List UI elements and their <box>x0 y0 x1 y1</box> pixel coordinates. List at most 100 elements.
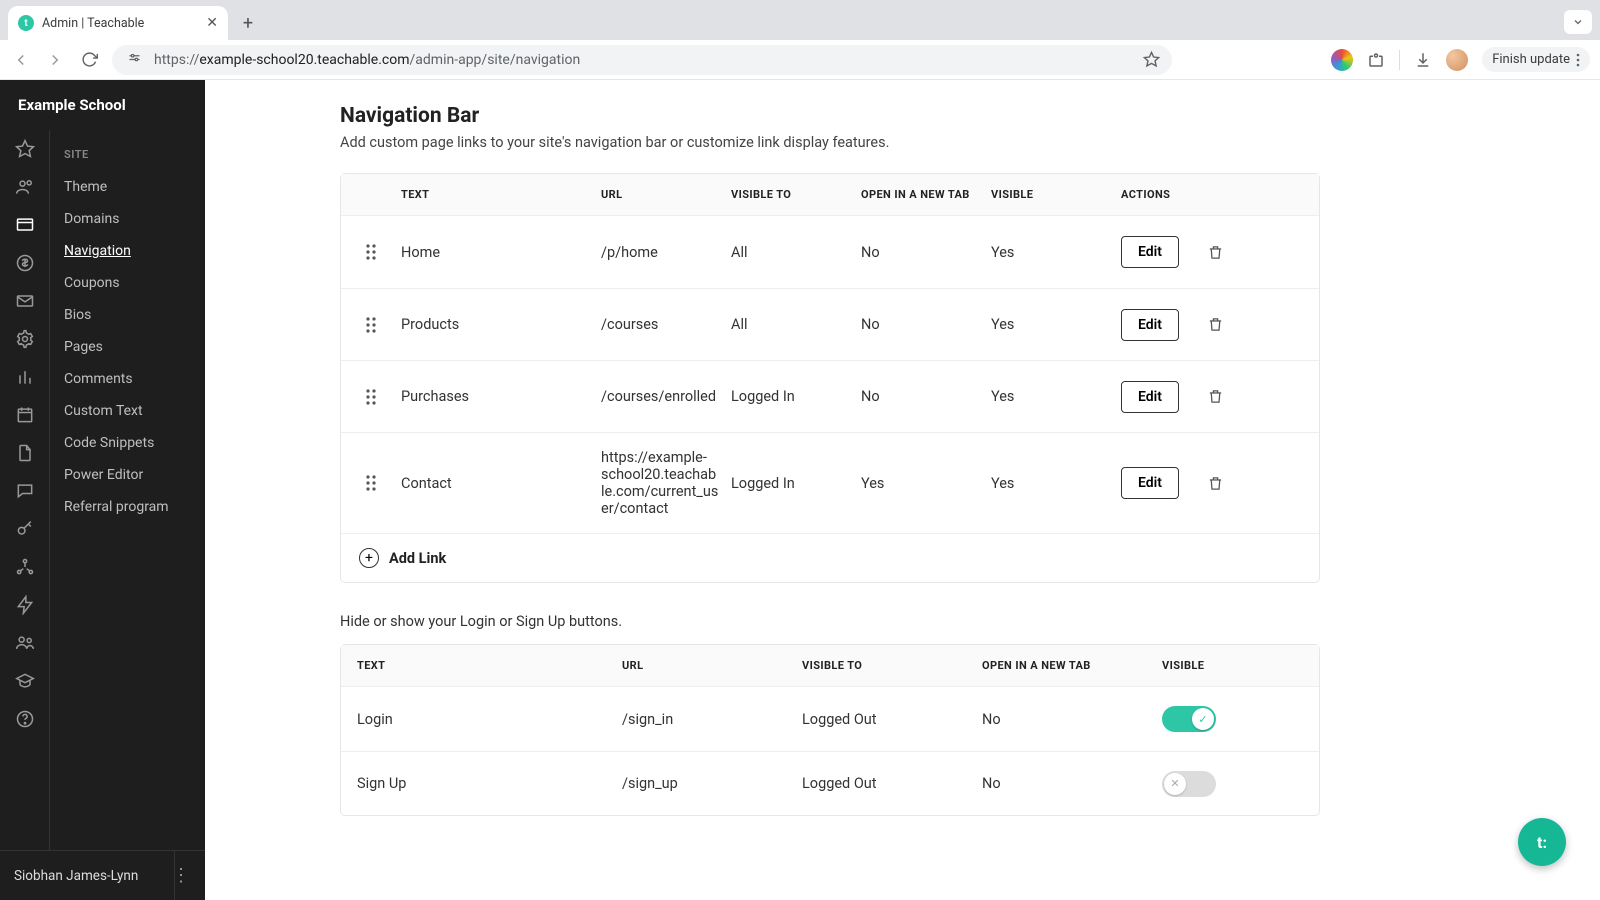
cell-text: Sign Up <box>357 775 622 792</box>
trash-icon[interactable] <box>1207 244 1224 261</box>
cell-visible-to: Logged In <box>731 388 861 405</box>
page-subtitle: Add custom page links to your site's nav… <box>340 134 1600 151</box>
sidebar-item-navigation[interactable]: Navigation <box>64 235 191 267</box>
cell-url: /p/home <box>601 244 731 261</box>
profile-avatar[interactable] <box>1446 49 1468 71</box>
cell-url: /sign_in <box>622 711 802 728</box>
emails-icon[interactable] <box>14 290 36 312</box>
separator <box>1399 50 1400 70</box>
trash-icon[interactable] <box>1207 316 1224 333</box>
table-row: Products/coursesAllNoYesEdit <box>341 288 1319 360</box>
sidebar-icon-column <box>0 130 50 850</box>
forward-button[interactable] <box>44 51 66 69</box>
sidebar-item-code-snippets[interactable]: Code Snippets <box>64 427 191 459</box>
edit-button[interactable]: Edit <box>1121 381 1179 413</box>
site-icon[interactable] <box>14 214 36 236</box>
bolt-icon[interactable] <box>14 594 36 616</box>
sidebar: Example School SITE <box>0 80 205 900</box>
site-settings-icon[interactable] <box>124 50 144 70</box>
sidebar-item-bios[interactable]: Bios <box>64 299 191 331</box>
more-vert-icon <box>1576 53 1580 67</box>
sales-icon[interactable] <box>14 252 36 274</box>
network-icon[interactable] <box>14 556 36 578</box>
cell-visible-to: All <box>731 244 861 261</box>
more-vert-icon[interactable]: ⋮ <box>172 865 191 886</box>
fab-label: t: <box>1537 833 1547 852</box>
sidebar-item-pages[interactable]: Pages <box>64 331 191 363</box>
address-bar[interactable]: https://example-school20.teachable.com/a… <box>112 45 1172 75</box>
cell-url: /sign_up <box>622 775 802 792</box>
sidebar-item-theme[interactable]: Theme <box>64 171 191 203</box>
help-fab[interactable]: t: <box>1518 818 1566 866</box>
cell-url: /courses/enrolled <box>601 388 731 405</box>
sidebar-item-power-editor[interactable]: Power Editor <box>64 459 191 491</box>
favicon-icon: t <box>18 15 34 31</box>
col-actions: ACTIONS <box>1121 188 1301 201</box>
cell-visible: Yes <box>991 475 1121 492</box>
sidebar-item-comments[interactable]: Comments <box>64 363 191 395</box>
community-icon[interactable] <box>14 632 36 654</box>
browser-tab[interactable]: t Admin | Teachable ✕ <box>8 6 228 40</box>
browser-tab-strip: t Admin | Teachable ✕ + <box>0 0 1600 40</box>
col-visible: VISIBLE <box>991 188 1121 201</box>
url-text: https://example-school20.teachable.com/a… <box>154 52 580 68</box>
cell-text: Products <box>401 316 601 333</box>
downloads-icon[interactable] <box>1414 51 1432 69</box>
tab-title: Admin | Teachable <box>42 16 144 31</box>
edit-button[interactable]: Edit <box>1121 309 1179 341</box>
col-visible-to: VISIBLE TO <box>802 659 982 672</box>
cell-new-tab: Yes <box>861 475 991 492</box>
col-text: TEXT <box>401 188 601 201</box>
col-new-tab: OPEN IN A NEW TAB <box>982 659 1162 672</box>
back-button[interactable] <box>10 51 32 69</box>
edit-button[interactable]: Edit <box>1121 467 1179 499</box>
add-link-button[interactable]: + Add Link <box>341 533 1319 582</box>
sidebar-item-custom-text[interactable]: Custom Text <box>64 395 191 427</box>
calendar-icon[interactable] <box>14 404 36 426</box>
reload-button[interactable] <box>78 51 100 68</box>
cell-text: Contact <box>401 475 601 492</box>
file-icon[interactable] <box>14 442 36 464</box>
current-user-name: Siobhan James-Lynn <box>14 868 138 884</box>
trash-icon[interactable] <box>1207 475 1224 492</box>
cell-new-tab: No <box>861 244 991 261</box>
star-icon[interactable] <box>14 138 36 160</box>
sidebar-section-label: SITE <box>64 148 191 161</box>
trash-icon[interactable] <box>1207 388 1224 405</box>
table-row: Login/sign_inLogged OutNo✓ <box>341 687 1319 751</box>
new-tab-button[interactable]: + <box>234 9 262 37</box>
cell-visible: Yes <box>991 316 1121 333</box>
visible-toggle[interactable]: ✓ <box>1162 706 1216 732</box>
col-url: URL <box>622 659 802 672</box>
tabs-overflow-button[interactable] <box>1564 10 1592 34</box>
cell-text: Login <box>357 711 622 728</box>
school-name[interactable]: Example School <box>0 80 205 130</box>
col-visible-to: VISIBLE TO <box>731 188 861 201</box>
reports-icon[interactable] <box>14 366 36 388</box>
visible-toggle[interactable]: ✕ <box>1162 771 1216 797</box>
finish-update-button[interactable]: Finish update <box>1482 47 1590 72</box>
edit-button[interactable]: Edit <box>1121 236 1179 268</box>
sidebar-item-referral[interactable]: Referral program <box>64 491 191 523</box>
extension-icon[interactable] <box>1331 49 1353 71</box>
sidebar-item-domains[interactable]: Domains <box>64 203 191 235</box>
bookmark-icon[interactable] <box>1143 51 1160 68</box>
comments-icon[interactable] <box>14 480 36 502</box>
grad-cap-icon[interactable] <box>14 670 36 692</box>
users-icon[interactable] <box>14 176 36 198</box>
key-icon[interactable] <box>14 518 36 540</box>
browser-toolbar: https://example-school20.teachable.com/a… <box>0 40 1600 80</box>
col-url: URL <box>601 188 731 201</box>
sidebar-item-coupons[interactable]: Coupons <box>64 267 191 299</box>
help-icon[interactable] <box>14 708 36 730</box>
settings-icon[interactable] <box>14 328 36 350</box>
sidebar-footer[interactable]: Siobhan James-Lynn ⋮ <box>0 850 205 900</box>
close-tab-icon[interactable]: ✕ <box>206 15 218 31</box>
main-content: Navigation Bar Add custom page links to … <box>205 80 1600 900</box>
drag-handle-icon[interactable] <box>341 474 401 492</box>
extensions-icon[interactable] <box>1367 51 1385 69</box>
drag-handle-icon[interactable] <box>341 316 401 334</box>
drag-handle-icon[interactable] <box>341 243 401 261</box>
drag-handle-icon[interactable] <box>341 388 401 406</box>
add-link-label: Add Link <box>389 550 446 567</box>
